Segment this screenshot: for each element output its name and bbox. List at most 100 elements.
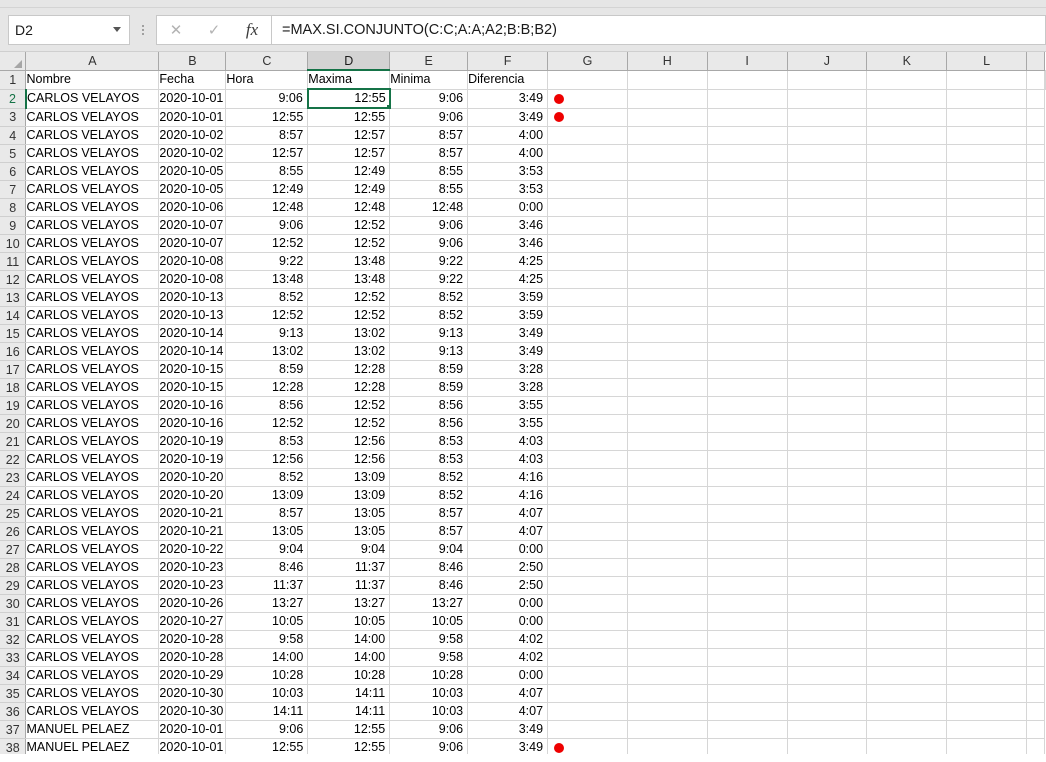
cell-i18[interactable] xyxy=(707,378,788,397)
cell-e3[interactable]: 9:06 xyxy=(389,108,469,127)
cell-edge7[interactable] xyxy=(1026,180,1046,199)
cell-k34[interactable] xyxy=(866,666,948,685)
cell-d35[interactable]: 14:11 xyxy=(307,684,391,703)
cell-i32[interactable] xyxy=(707,630,788,649)
header-cell-l[interactable] xyxy=(946,70,1027,90)
cell-b11[interactable]: 2020-10-08 xyxy=(158,252,227,271)
column-header-partial[interactable] xyxy=(1026,52,1046,71)
row-header-34[interactable]: 34 xyxy=(0,666,27,685)
cell-edge3[interactable] xyxy=(1026,108,1046,127)
cell-d29[interactable]: 11:37 xyxy=(307,576,391,595)
cell-k6[interactable] xyxy=(866,162,948,181)
cell-d31[interactable]: 10:05 xyxy=(307,612,391,631)
cell-e37[interactable]: 9:06 xyxy=(389,720,469,739)
fill-handle[interactable] xyxy=(386,105,388,106)
row-header-38[interactable]: 38 xyxy=(0,738,27,754)
cell-edge29[interactable] xyxy=(1026,576,1046,595)
cell-h12[interactable] xyxy=(627,270,708,289)
cell-k5[interactable] xyxy=(866,144,948,163)
cell-e24[interactable]: 8:52 xyxy=(389,486,469,505)
cell-a32[interactable]: CARLOS VELAYOS xyxy=(25,630,160,649)
cell-k30[interactable] xyxy=(866,594,948,613)
cell-a4[interactable]: CARLOS VELAYOS xyxy=(25,126,160,145)
cell-d33[interactable]: 14:00 xyxy=(307,648,391,667)
cell-l15[interactable] xyxy=(946,324,1027,343)
cell-h2[interactable] xyxy=(627,89,708,109)
cell-b37[interactable]: 2020-10-01 xyxy=(158,720,227,739)
cell-c35[interactable]: 10:03 xyxy=(225,684,309,703)
cell-h19[interactable] xyxy=(627,396,708,415)
cell-e36[interactable]: 10:03 xyxy=(389,702,469,721)
cell-d27[interactable]: 9:04 xyxy=(307,540,391,559)
column-header-l[interactable]: L xyxy=(946,52,1027,71)
cell-f7[interactable]: 3:53 xyxy=(467,180,549,199)
cell-a9[interactable]: CARLOS VELAYOS xyxy=(25,216,160,235)
cell-c11[interactable]: 9:22 xyxy=(225,252,309,271)
cell-f25[interactable]: 4:07 xyxy=(467,504,549,523)
cell-e34[interactable]: 10:28 xyxy=(389,666,469,685)
cell-i23[interactable] xyxy=(707,468,788,487)
formula-input[interactable]: =MAX.SI.CONJUNTO(C:C;A:A;A2;B:B;B2) xyxy=(271,14,1046,45)
cell-c34[interactable]: 10:28 xyxy=(225,666,309,685)
cell-i31[interactable] xyxy=(707,612,788,631)
cell-d3[interactable]: 12:55 xyxy=(307,108,391,127)
cell-d26[interactable]: 13:05 xyxy=(307,522,391,541)
cell-j8[interactable] xyxy=(787,198,868,217)
cell-a3[interactable]: CARLOS VELAYOS xyxy=(25,108,160,127)
column-header-a[interactable]: A xyxy=(25,52,160,71)
cell-g6[interactable] xyxy=(547,162,628,181)
cell-l10[interactable] xyxy=(946,234,1027,253)
cell-a30[interactable]: CARLOS VELAYOS xyxy=(25,594,160,613)
header-cell-f[interactable]: Diferencia xyxy=(467,70,549,90)
cell-j15[interactable] xyxy=(787,324,868,343)
cell-i11[interactable] xyxy=(707,252,788,271)
cell-edge28[interactable] xyxy=(1026,558,1046,577)
cell-j18[interactable] xyxy=(787,378,868,397)
cell-j23[interactable] xyxy=(787,468,868,487)
confirm-icon[interactable]: ✓ xyxy=(195,16,233,44)
cell-edge36[interactable] xyxy=(1026,702,1046,721)
cell-i4[interactable] xyxy=(707,126,788,145)
cell-f10[interactable]: 3:46 xyxy=(467,234,549,253)
row-header-32[interactable]: 32 xyxy=(0,630,27,649)
cell-f11[interactable]: 4:25 xyxy=(467,252,549,271)
cell-a34[interactable]: CARLOS VELAYOS xyxy=(25,666,160,685)
cell-e7[interactable]: 8:55 xyxy=(389,180,469,199)
cell-edge33[interactable] xyxy=(1026,648,1046,667)
cell-k10[interactable] xyxy=(866,234,948,253)
cell-a15[interactable]: CARLOS VELAYOS xyxy=(25,324,160,343)
cell-j17[interactable] xyxy=(787,360,868,379)
cell-g23[interactable] xyxy=(547,468,628,487)
cell-b32[interactable]: 2020-10-28 xyxy=(158,630,227,649)
cell-h31[interactable] xyxy=(627,612,708,631)
cell-c4[interactable]: 8:57 xyxy=(225,126,309,145)
cell-j25[interactable] xyxy=(787,504,868,523)
cell-f29[interactable]: 2:50 xyxy=(467,576,549,595)
cell-j29[interactable] xyxy=(787,576,868,595)
cell-c24[interactable]: 13:09 xyxy=(225,486,309,505)
row-header-21[interactable]: 21 xyxy=(0,432,27,451)
cell-k29[interactable] xyxy=(866,576,948,595)
cell-i21[interactable] xyxy=(707,432,788,451)
cell-c29[interactable]: 11:37 xyxy=(225,576,309,595)
cell-h26[interactable] xyxy=(627,522,708,541)
header-cell-g[interactable] xyxy=(547,70,628,90)
column-header-k[interactable]: K xyxy=(866,52,948,71)
cell-l24[interactable] xyxy=(946,486,1027,505)
cell-d37[interactable]: 12:55 xyxy=(307,720,391,739)
cell-a17[interactable]: CARLOS VELAYOS xyxy=(25,360,160,379)
cell-a29[interactable]: CARLOS VELAYOS xyxy=(25,576,160,595)
cell-f4[interactable]: 4:00 xyxy=(467,126,549,145)
cell-d9[interactable]: 12:52 xyxy=(307,216,391,235)
cell-d25[interactable]: 13:05 xyxy=(307,504,391,523)
cell-g20[interactable] xyxy=(547,414,628,433)
cell-h15[interactable] xyxy=(627,324,708,343)
cell-e5[interactable]: 8:57 xyxy=(389,144,469,163)
row-header-26[interactable]: 26 xyxy=(0,522,27,541)
row-header-2[interactable]: 2 xyxy=(0,89,27,109)
cell-l8[interactable] xyxy=(946,198,1027,217)
cell-b18[interactable]: 2020-10-15 xyxy=(158,378,227,397)
cell-j21[interactable] xyxy=(787,432,868,451)
cell-b6[interactable]: 2020-10-05 xyxy=(158,162,227,181)
cell-i12[interactable] xyxy=(707,270,788,289)
